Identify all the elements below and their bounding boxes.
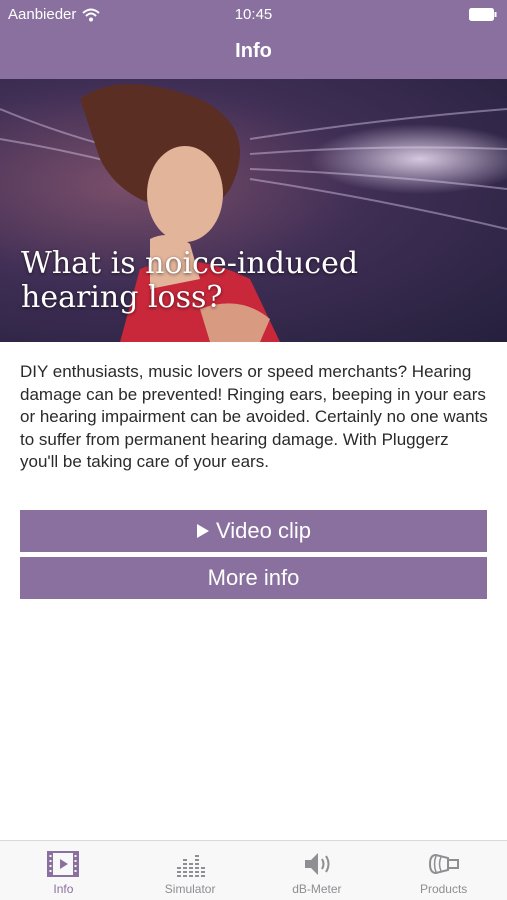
intro-paragraph: DIY enthusiasts, music lovers or speed m…	[20, 362, 488, 471]
earplug-icon	[428, 853, 459, 875]
play-icon	[197, 524, 209, 538]
speaker-icon	[304, 853, 330, 875]
more-info-label: More info	[207, 565, 300, 590]
tab-products-label: Products	[419, 882, 468, 896]
video-clip-button[interactable]: Video clip	[20, 510, 487, 552]
hero-banner: What is noice-induced hearing loss?	[0, 79, 507, 342]
hero-title: What is noice-induced hearing loss?	[21, 246, 359, 315]
equalizer-icon	[177, 855, 206, 877]
status-bar: Aanbieder 10:45	[0, 0, 507, 30]
tab-info[interactable]: Info	[0, 841, 127, 900]
tab-products[interactable]: Products	[380, 841, 507, 900]
tab-bar: Info Simulator dB-Meter Products	[0, 840, 507, 900]
more-info-button[interactable]: More info	[20, 557, 487, 599]
film-icon	[47, 851, 80, 877]
status-time: 10:45	[234, 6, 273, 23]
tab-simulator[interactable]: Simulator	[127, 841, 254, 900]
video-clip-label: Video clip	[216, 518, 311, 543]
tab-db-meter[interactable]: dB-Meter	[254, 841, 381, 900]
page-title: Info	[235, 40, 272, 62]
tab-db-meter-label: dB-Meter	[292, 882, 342, 896]
tab-info-label: Info	[53, 882, 74, 896]
battery-icon	[469, 8, 497, 21]
tab-simulator-label: Simulator	[164, 882, 216, 896]
header: Aanbieder 10:45 Info	[0, 0, 507, 79]
